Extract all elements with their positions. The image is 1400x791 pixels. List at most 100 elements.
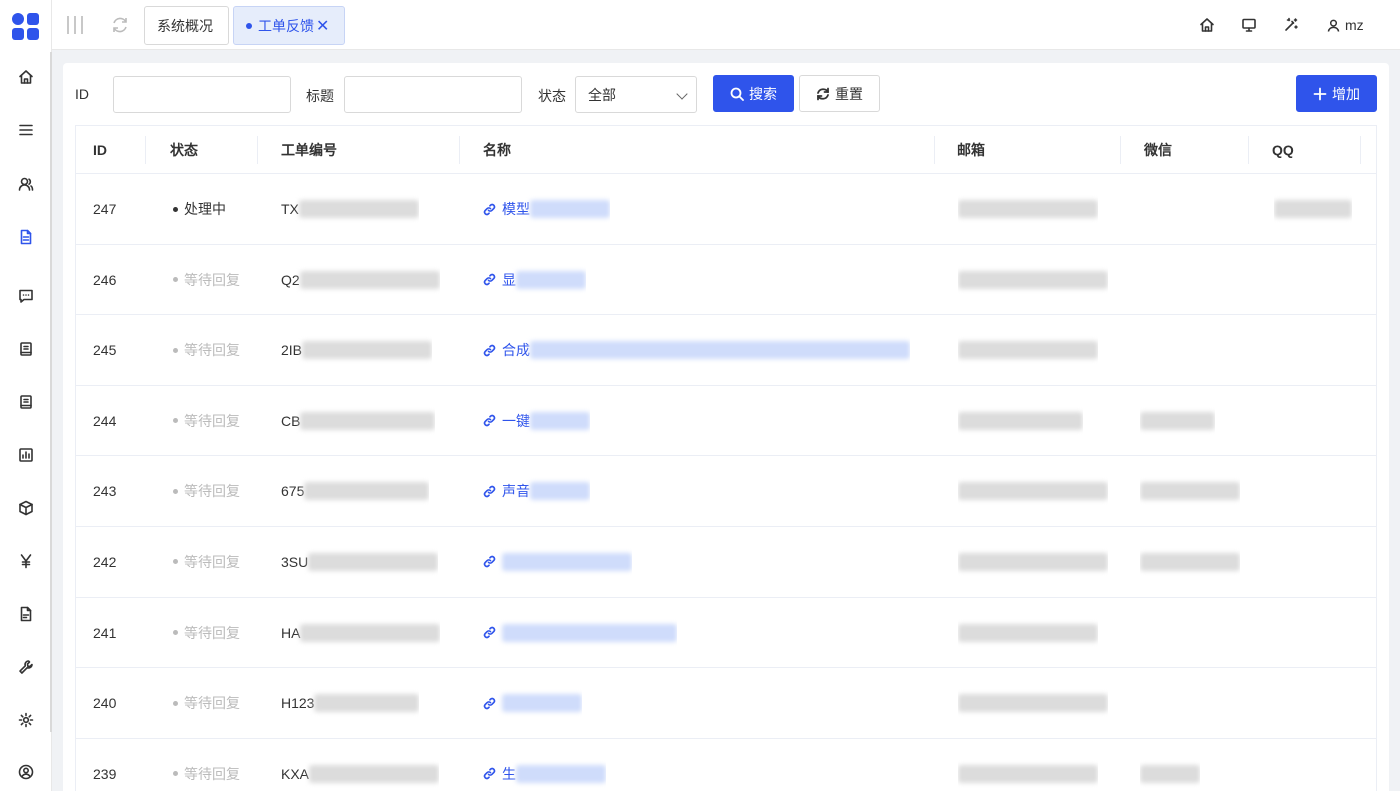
cell-order-no: 2IB xyxy=(281,315,433,385)
cell-email xyxy=(958,245,1108,315)
table-row[interactable]: 240 等待回复 H123 xyxy=(76,668,1376,739)
status-filter-label: 状态 xyxy=(538,88,566,104)
tab-ticket-feedback[interactable]: 工单反馈 ✕ xyxy=(233,6,345,45)
sidebar-book-icon[interactable] xyxy=(16,392,36,412)
redacted-value xyxy=(958,694,1108,713)
cell-email xyxy=(958,174,1098,244)
redacted-value xyxy=(502,552,632,571)
search-button[interactable]: 搜索 xyxy=(713,75,794,112)
cell-name-link[interactable]: 一键 xyxy=(483,386,590,456)
table-row[interactable]: 242 等待回复 3SU xyxy=(76,527,1376,598)
cell-id: 244 xyxy=(93,412,117,429)
sidebar-home-icon[interactable] xyxy=(16,67,36,87)
redacted-value xyxy=(298,200,419,218)
tab-system-overview[interactable]: 系统概况 xyxy=(144,6,229,45)
redacted-value xyxy=(304,482,430,501)
status-dot-icon xyxy=(173,771,178,777)
id-filter-input[interactable] xyxy=(113,76,291,113)
cell-order-no: KXA xyxy=(281,739,440,791)
name-text: 模型 xyxy=(502,201,530,217)
sidebar-users-icon[interactable] xyxy=(16,174,36,194)
cell-email xyxy=(958,598,1098,668)
order-no-text: Q2 xyxy=(281,271,300,288)
cell-id: 239 xyxy=(93,765,117,782)
active-dot-icon xyxy=(246,22,252,29)
cell-id: 240 xyxy=(93,695,117,712)
table-row[interactable]: 244 等待回复 CB 一键 xyxy=(76,386,1376,457)
refresh-icon[interactable] xyxy=(110,15,130,35)
status-filter-value: 全部 xyxy=(588,86,616,103)
reset-button[interactable]: 重置 xyxy=(799,75,880,112)
add-button[interactable]: 增加 xyxy=(1296,75,1377,112)
cell-name-link[interactable]: 模型 xyxy=(483,174,610,244)
status-dot-icon xyxy=(173,488,178,494)
cell-status: 等待回复 xyxy=(173,739,240,791)
header-id: ID xyxy=(93,142,107,158)
sidebar-menu-icon[interactable] xyxy=(16,120,36,140)
cell-status: 等待回复 xyxy=(173,386,240,456)
sidebar-chart-icon[interactable] xyxy=(16,445,36,465)
table-row[interactable]: 247 处理中 TX 模型 xyxy=(76,174,1376,245)
sidebar-book-icon[interactable] xyxy=(16,339,36,359)
status-filter-select[interactable]: 全部 xyxy=(575,76,697,113)
cell-id: 246 xyxy=(93,271,117,288)
link-icon xyxy=(483,697,502,710)
cell-id: 243 xyxy=(93,483,117,500)
close-icon[interactable]: ✕ xyxy=(316,16,329,36)
collapse-sidebar-icon[interactable] xyxy=(66,15,84,35)
table-row[interactable]: 239 等待回复 KXA 生 xyxy=(76,739,1376,791)
sidebar-wrench-icon[interactable] xyxy=(16,657,36,677)
link-icon xyxy=(483,203,502,216)
order-no-text: TX xyxy=(281,201,299,217)
tab-label: 工单反馈 xyxy=(258,17,314,34)
magic-wand-icon[interactable] xyxy=(1282,16,1300,34)
sidebar-account-icon[interactable] xyxy=(16,762,36,782)
sidebar-message-icon[interactable] xyxy=(16,286,36,306)
cell-name-link[interactable]: 生 xyxy=(483,739,606,791)
redacted-value xyxy=(530,411,590,430)
cell-order-no: Q2 xyxy=(281,245,440,315)
cell-name-link[interactable] xyxy=(483,527,632,597)
redacted-value xyxy=(958,764,1098,783)
status-dot-icon xyxy=(173,700,178,706)
cell-wechat xyxy=(1140,739,1200,791)
user-menu[interactable]: mz xyxy=(1327,15,1364,35)
monitor-icon[interactable] xyxy=(1240,16,1258,34)
redacted-value xyxy=(308,552,439,571)
order-no-text: KXA xyxy=(281,765,310,782)
cell-id: 247 xyxy=(93,201,117,217)
app-logo[interactable] xyxy=(12,13,40,41)
status-text: 等待回复 xyxy=(184,483,240,500)
sidebar xyxy=(0,0,52,791)
header-qq: QQ xyxy=(1272,142,1294,158)
name-text: 合成 xyxy=(502,342,530,359)
table-row[interactable]: 245 等待回复 2IB 合成 xyxy=(76,315,1376,386)
cell-name-link[interactable]: 声音 xyxy=(483,456,590,526)
redacted-value xyxy=(1140,482,1240,501)
cell-email xyxy=(958,668,1108,738)
table-row[interactable]: 243 等待回复 675 声音 xyxy=(76,456,1376,527)
table-row[interactable]: 246 等待回复 Q2 显 xyxy=(76,245,1376,316)
table-row[interactable]: 241 等待回复 HA xyxy=(76,598,1376,669)
status-text: 等待回复 xyxy=(184,412,240,429)
sidebar-settings-icon[interactable] xyxy=(16,710,36,730)
sidebar-yen-icon[interactable] xyxy=(16,551,36,571)
title-filter-input[interactable] xyxy=(344,76,522,113)
sidebar-cube-icon[interactable] xyxy=(16,498,36,518)
link-icon xyxy=(483,485,502,498)
cell-name-link[interactable] xyxy=(483,598,677,668)
cell-status: 等待回复 xyxy=(173,315,240,385)
sidebar-file-icon[interactable] xyxy=(16,604,36,624)
cell-name-link[interactable]: 合成 xyxy=(483,315,910,385)
cell-status: 等待回复 xyxy=(173,245,240,315)
cell-name-link[interactable] xyxy=(483,668,582,738)
home-icon[interactable] xyxy=(1198,16,1216,34)
redacted-value xyxy=(516,270,586,289)
redacted-value xyxy=(502,623,677,642)
status-text: 等待回复 xyxy=(184,695,240,712)
sidebar-scrollbar[interactable] xyxy=(50,52,52,732)
cell-wechat xyxy=(1140,386,1215,456)
cell-name-link[interactable]: 显 xyxy=(483,245,586,315)
sidebar-document-icon[interactable] xyxy=(16,227,36,247)
name-text: 生 xyxy=(502,765,516,782)
